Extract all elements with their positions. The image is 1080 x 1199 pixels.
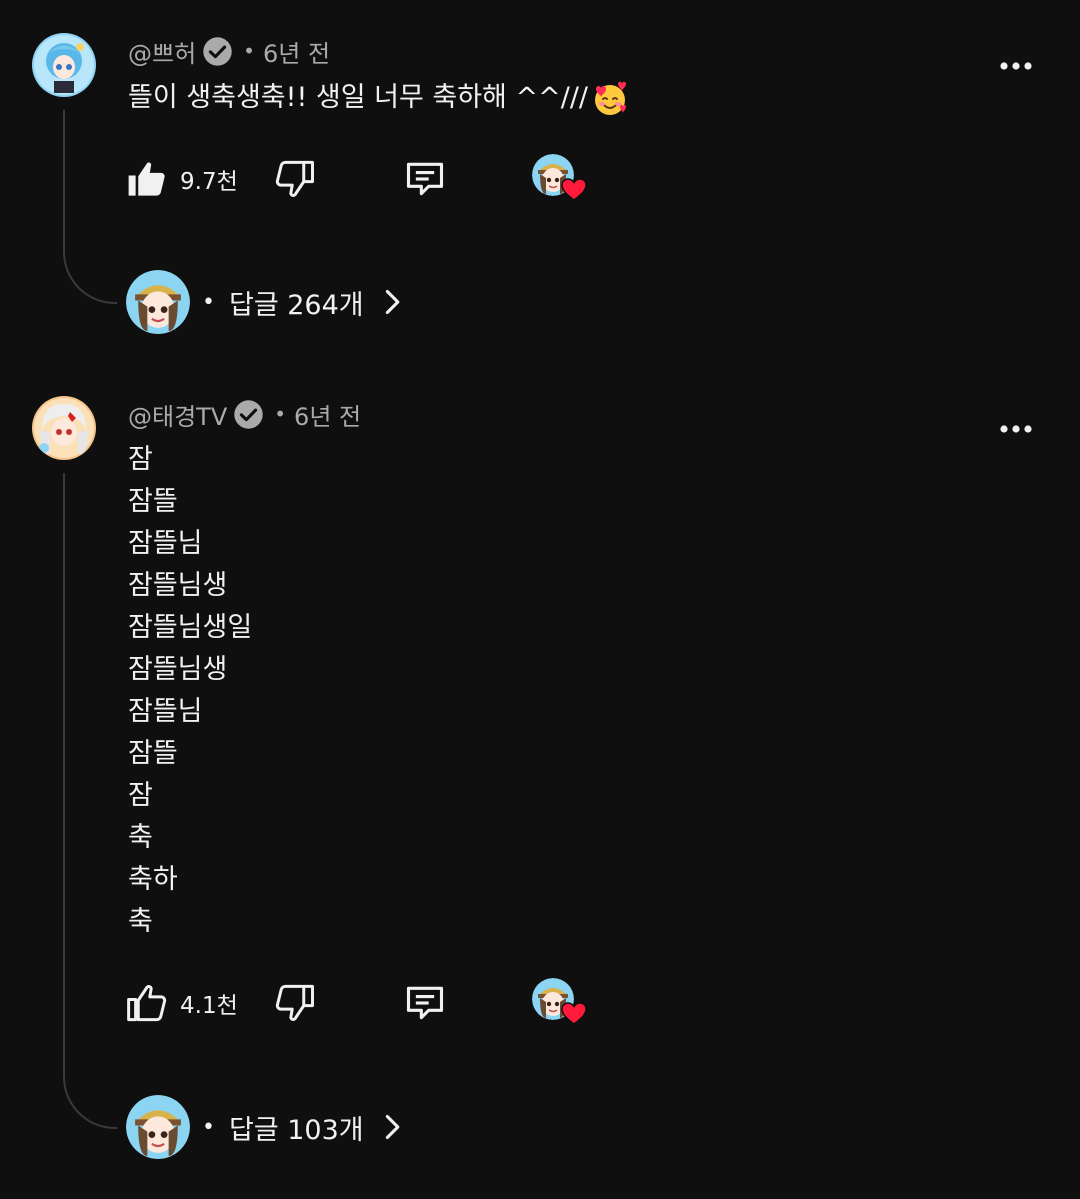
replies-count: 답글 103개 <box>228 1114 364 1146</box>
comment-meta: @태경TV • 6년 전 <box>128 396 361 432</box>
comment-line: 잠뜰님 <box>128 528 203 559</box>
comment-line: 축 <box>128 822 153 853</box>
more-options-button[interactable] <box>996 54 1036 78</box>
comment-line: 잠 <box>128 444 153 475</box>
comment-line: 잠뜰님 <box>128 696 203 727</box>
commenter-avatar[interactable] <box>32 396 96 460</box>
heart-icon <box>561 178 587 201</box>
more-vert-icon <box>1000 62 1032 70</box>
comment-time[interactable]: 6년 전 <box>294 397 361 432</box>
comment-icon <box>406 986 444 1020</box>
comment-text: 잠 잠뜰 잠뜰님 잠뜰님생 잠뜰님생일 잠뜰님생 잠뜰님 잠뜰 잠 축 축하 축 <box>128 439 252 943</box>
comment-line: 잠뜰 <box>128 738 178 769</box>
replies-button[interactable]: • 답글 103개 <box>126 1095 406 1159</box>
reply-button[interactable] <box>403 154 447 204</box>
separator-dot: • <box>202 1114 215 1140</box>
comment-line: 잠뜰님생일 <box>128 612 253 643</box>
separator-dot: • <box>243 39 255 63</box>
separator-dot: • <box>274 402 287 426</box>
like-button[interactable]: 4.1천 <box>126 978 238 1028</box>
author-name[interactable]: @쁘허 <box>128 34 196 69</box>
dislike-button[interactable] <box>274 154 316 204</box>
more-vert-icon <box>1000 425 1032 433</box>
replies-count: 답글 264개 <box>228 289 364 321</box>
comment-line: 축하 <box>128 864 178 895</box>
verified-check-icon <box>234 399 263 429</box>
comment-line: 축 <box>128 906 153 937</box>
comment-time[interactable]: 6년 전 <box>263 34 330 69</box>
replier-avatar <box>126 1095 190 1159</box>
chevron-right-icon <box>385 1114 399 1140</box>
comment-line: 잠 <box>128 780 153 811</box>
action-bar: 4.1천 <box>0 978 1080 1028</box>
thumbs-down-icon <box>275 984 314 1021</box>
replier-avatar <box>126 270 190 334</box>
author-name[interactable]: @태경TV <box>128 397 227 432</box>
smiling-face-with-hearts-icon <box>595 81 627 115</box>
comment-1: @쁘허 • 6년 전 뜰이 생축생축!! 생일 너무 축하해 ^^/// 9.7… <box>0 0 1080 360</box>
comment-line: 잠뜰님생 <box>128 654 228 685</box>
commenter-avatar[interactable] <box>32 33 96 97</box>
heart-icon <box>561 1002 587 1025</box>
thumbs-up-icon <box>128 162 165 196</box>
comment-text-content: 뜰이 생축생축!! 생일 너무 축하해 ^^/// <box>128 82 589 113</box>
more-options-button[interactable] <box>996 417 1036 441</box>
verified-check-icon <box>203 36 232 66</box>
like-count: 4.1천 <box>180 993 238 1019</box>
like-count: 9.7천 <box>180 169 238 195</box>
action-bar: 9.7천 <box>0 154 1080 204</box>
creator-heart <box>532 154 588 204</box>
comment-text: 뜰이 생축생축!! 생일 너무 축하해 ^^/// <box>128 77 628 119</box>
comment-2: @태경TV • 6년 전 잠 잠뜰 잠뜰님 잠뜰님생 잠뜰님생일 잠뜰님생 잠뜰… <box>0 363 1080 1199</box>
thumbs-up-icon <box>127 985 167 1022</box>
thumbs-down-icon <box>275 160 314 197</box>
thread-line <box>63 110 117 304</box>
chevron-right-icon <box>385 289 399 315</box>
reply-button[interactable] <box>403 978 447 1028</box>
comment-line: 잠뜰님생 <box>128 570 228 601</box>
comment-meta: @쁘허 • 6년 전 <box>128 33 330 69</box>
creator-heart <box>532 978 588 1028</box>
separator-dot: • <box>202 289 215 315</box>
thread-line <box>63 473 117 1129</box>
comment-icon <box>406 162 444 196</box>
comment-line: 잠뜰 <box>128 486 178 517</box>
replies-button[interactable]: • 답글 264개 <box>126 270 406 334</box>
like-button[interactable]: 9.7천 <box>126 154 238 204</box>
dislike-button[interactable] <box>274 978 316 1028</box>
